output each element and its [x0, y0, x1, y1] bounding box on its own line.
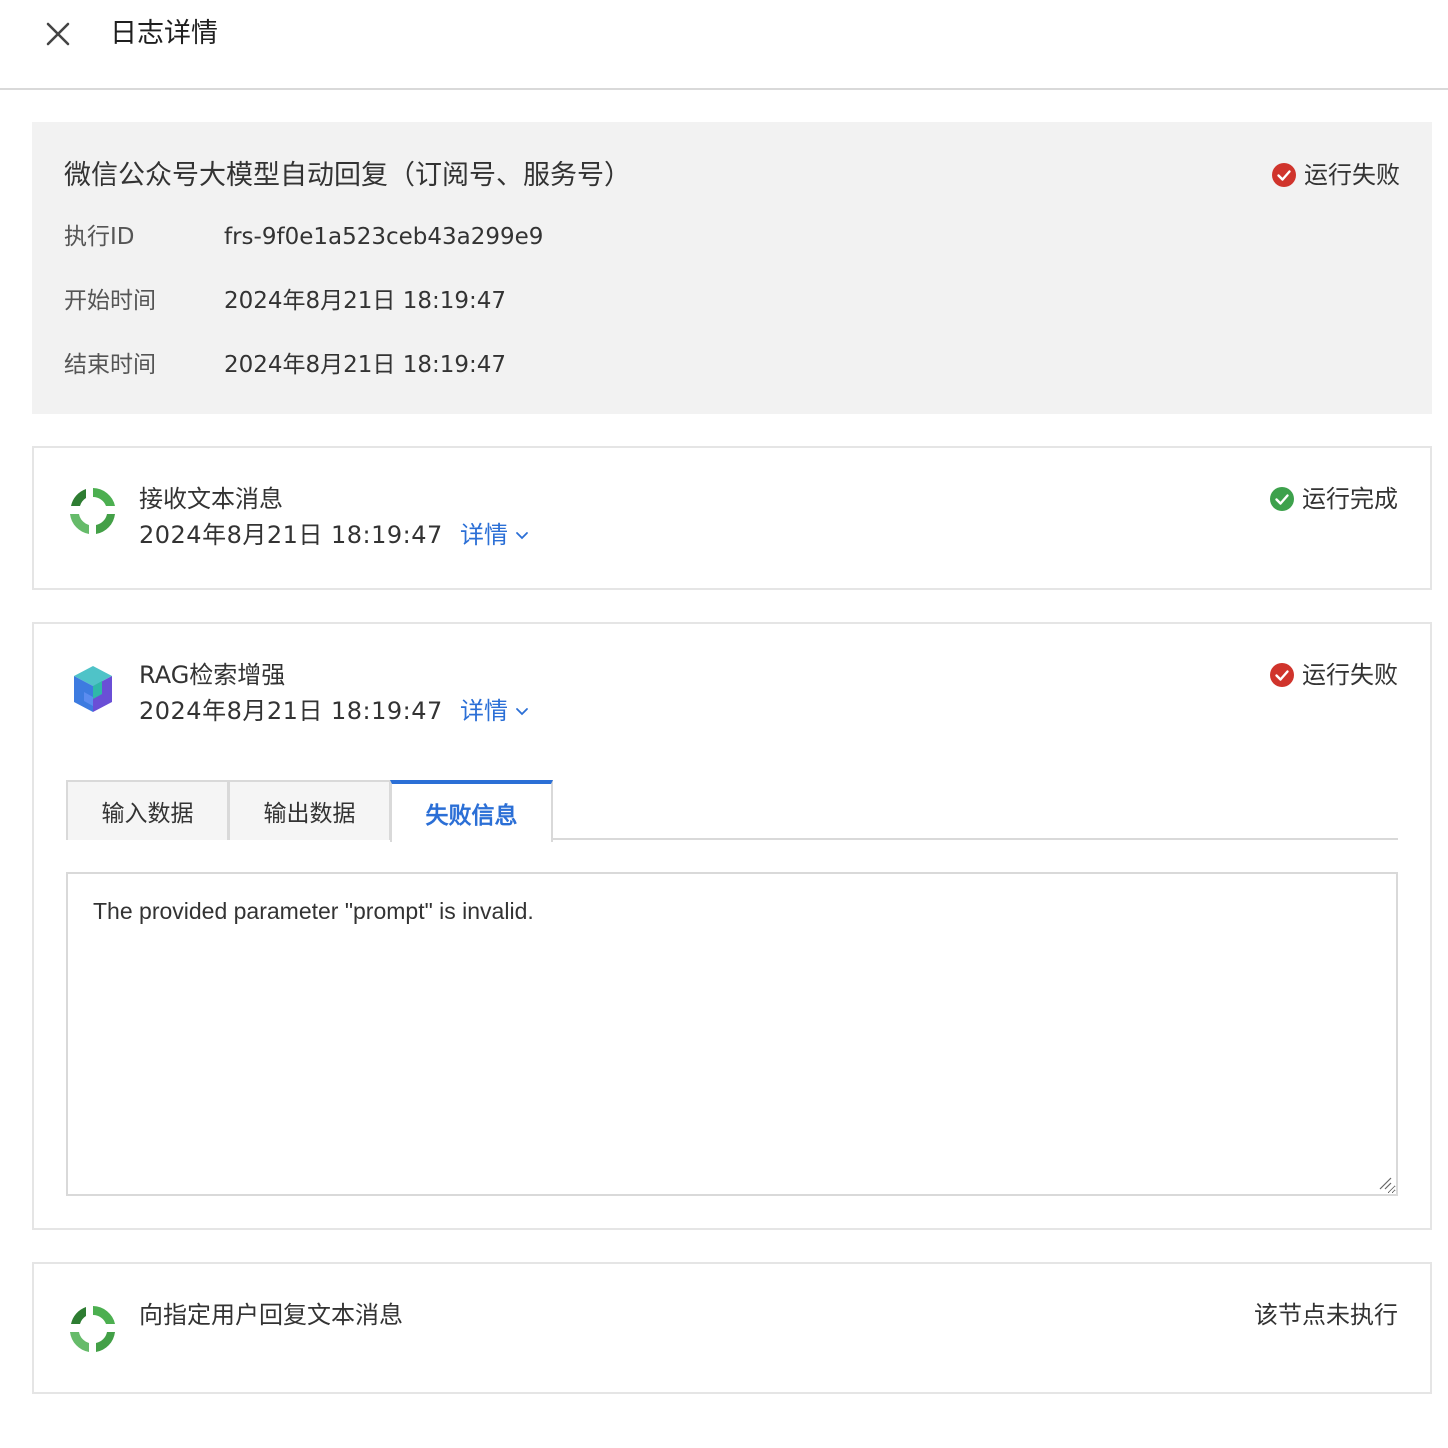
node-name: RAG检索增强 [139, 661, 286, 689]
node-card-reply-text: 向指定用户回复文本消息 该节点未执行 [32, 1262, 1432, 1394]
execution-id-label: 执行ID [64, 224, 135, 250]
node-card-receive-text: 接收文本消息 2024年8月21日 18:19:47 详情 运行完成 [32, 446, 1432, 590]
tab-output-data[interactable]: 输出数据 [228, 780, 391, 840]
wechat-flow-icon [70, 488, 115, 534]
node-card-rag: RAG检索增强 2024年8月21日 18:19:47 详情 运行失败 输入数据… [32, 622, 1432, 1230]
data-tabs: 输入数据 输出数据 失败信息 [66, 780, 1398, 842]
tab-failure-info[interactable]: 失败信息 [390, 780, 553, 842]
node-status-label: 运行完成 [1302, 485, 1398, 513]
node-status: 运行失败 [1270, 658, 1398, 692]
rag-cube-icon [74, 666, 112, 712]
chevron-down-icon [516, 708, 528, 716]
wechat-flow-icon [70, 1306, 115, 1352]
resize-handle-icon[interactable] [1378, 1176, 1392, 1190]
workflow-status: 运行失败 [1272, 158, 1400, 192]
drawer-header: 日志详情 [0, 0, 1448, 90]
details-toggle[interactable]: 详情 [460, 518, 530, 552]
tab-input-data[interactable]: 输入数据 [66, 780, 229, 840]
end-time-label: 结束时间 [64, 352, 156, 378]
details-label: 详情 [460, 697, 508, 725]
node-status: 该节点未执行 [1254, 1298, 1398, 1332]
node-time: 2024年8月21日 18:19:47 [139, 697, 443, 725]
error-status-icon [1272, 163, 1296, 187]
node-status-label: 该节点未执行 [1254, 1301, 1398, 1329]
node-time: 2024年8月21日 18:19:47 [139, 521, 443, 549]
end-time-value: 2024年8月21日 18:19:47 [224, 352, 507, 378]
error-status-icon [1270, 663, 1294, 687]
details-label: 详情 [460, 521, 508, 549]
error-message-textarea[interactable]: The provided parameter "prompt" is inval… [66, 872, 1398, 1196]
execution-summary: 微信公众号大模型自动回复（订阅号、服务号） 运行失败 执行ID frs-9f0e… [32, 122, 1432, 414]
node-status-label: 运行失败 [1302, 661, 1398, 689]
node-name: 接收文本消息 [139, 485, 283, 513]
page-title: 日志详情 [110, 18, 218, 49]
node-status: 运行完成 [1270, 482, 1398, 516]
details-toggle[interactable]: 详情 [460, 694, 530, 728]
success-status-icon [1270, 487, 1294, 511]
execution-id-value: frs-9f0e1a523ceb43a299e9 [224, 224, 544, 250]
node-name: 向指定用户回复文本消息 [139, 1301, 403, 1329]
workflow-title: 微信公众号大模型自动回复（订阅号、服务号） [64, 160, 631, 191]
chevron-down-icon [516, 532, 528, 540]
close-icon[interactable] [40, 16, 76, 52]
workflow-status-label: 运行失败 [1304, 161, 1400, 189]
start-time-value: 2024年8月21日 18:19:47 [224, 288, 507, 314]
error-message-text: The provided parameter "prompt" is inval… [93, 898, 534, 924]
start-time-label: 开始时间 [64, 288, 156, 314]
